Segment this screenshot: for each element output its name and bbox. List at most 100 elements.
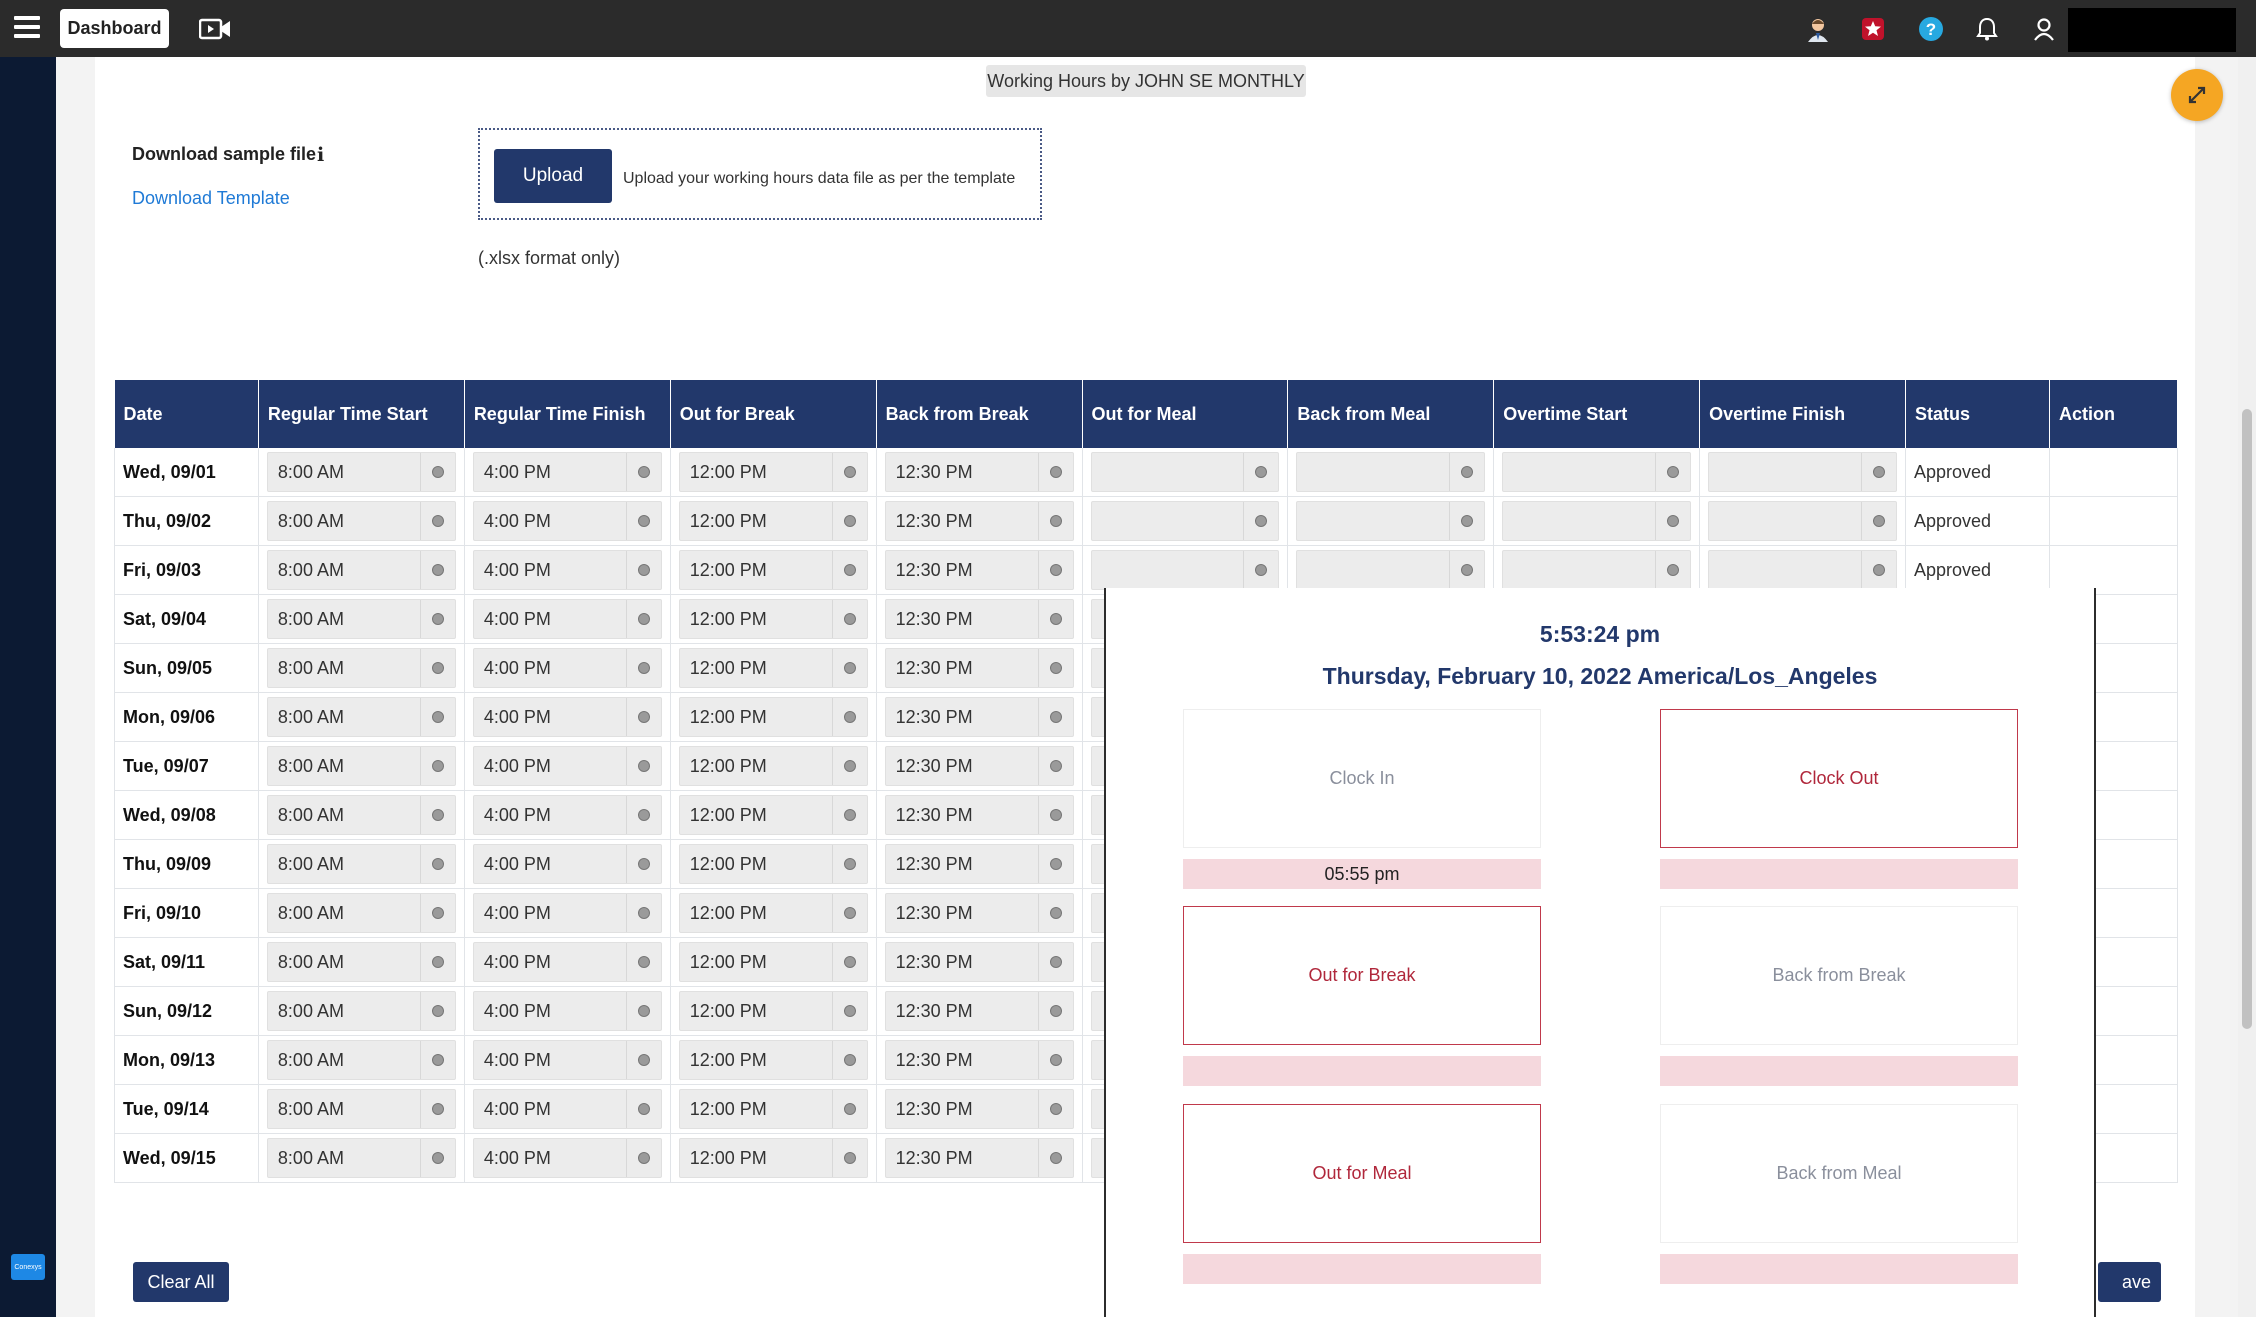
clock-picker-icon[interactable]	[1861, 551, 1896, 589]
time-input[interactable]: 12:00 PM	[678, 697, 868, 737]
clock-picker-icon[interactable]	[419, 992, 455, 1030]
time-input[interactable]: 4:00 PM	[472, 1040, 662, 1080]
time-input[interactable]: 4:00 PM	[472, 648, 662, 688]
time-input[interactable]: 4:00 PM	[472, 942, 662, 982]
clock-picker-icon[interactable]	[625, 943, 661, 981]
clock-picker-icon[interactable]	[419, 894, 455, 932]
clock-picker-icon[interactable]	[419, 1041, 455, 1079]
time-input[interactable]: 8:00 AM	[266, 893, 456, 933]
star-badge-icon[interactable]	[1858, 14, 1888, 44]
clock-picker-icon[interactable]	[1861, 502, 1896, 540]
clock-picker-icon[interactable]	[625, 698, 661, 736]
time-input[interactable]: 4:00 PM	[472, 844, 662, 884]
scroll-thumb[interactable]	[2242, 409, 2252, 1029]
clock-picker-icon[interactable]	[419, 502, 455, 540]
clock-picker-icon[interactable]	[625, 1041, 661, 1079]
clock-picker-icon[interactable]	[419, 551, 455, 589]
time-input[interactable]: 12:30 PM	[884, 1138, 1074, 1178]
out-for-break-button[interactable]: Out for Break	[1183, 906, 1541, 1045]
clock-picker-icon[interactable]	[625, 600, 661, 638]
clock-out-button[interactable]: Clock Out	[1660, 709, 2018, 848]
time-input[interactable]	[1296, 550, 1486, 590]
time-input[interactable]: 12:00 PM	[678, 452, 868, 492]
clock-picker-icon[interactable]	[831, 1041, 867, 1079]
clock-picker-icon[interactable]	[1037, 551, 1073, 589]
time-input[interactable]	[1502, 452, 1692, 492]
time-input[interactable]: 12:30 PM	[884, 893, 1074, 933]
clock-picker-icon[interactable]	[1037, 453, 1073, 491]
clock-picker-icon[interactable]	[831, 1139, 867, 1177]
time-input[interactable]: 4:00 PM	[472, 991, 662, 1031]
time-input[interactable]	[1090, 452, 1280, 492]
clock-picker-icon[interactable]	[1037, 796, 1073, 834]
time-input[interactable]	[1502, 550, 1692, 590]
time-input[interactable]: 8:00 AM	[266, 942, 456, 982]
clock-picker-icon[interactable]	[625, 649, 661, 687]
time-input[interactable]: 12:00 PM	[678, 795, 868, 835]
clock-picker-icon[interactable]	[831, 698, 867, 736]
bell-icon[interactable]	[1972, 14, 2002, 44]
clock-picker-icon[interactable]	[1861, 453, 1896, 491]
clock-picker-icon[interactable]	[625, 796, 661, 834]
time-input[interactable]: 8:00 AM	[266, 1040, 456, 1080]
clock-picker-icon[interactable]	[1037, 1041, 1073, 1079]
clock-picker-icon[interactable]	[1449, 551, 1484, 589]
clock-picker-icon[interactable]	[625, 747, 661, 785]
clock-picker-icon[interactable]	[831, 600, 867, 638]
time-input[interactable]: 12:00 PM	[678, 599, 868, 639]
time-input[interactable]: 4:00 PM	[472, 795, 662, 835]
clock-picker-icon[interactable]	[1037, 845, 1073, 883]
sidebar-badge[interactable]: Conexys	[11, 1254, 45, 1280]
time-input[interactable]: 4:00 PM	[472, 893, 662, 933]
clock-picker-icon[interactable]	[1037, 992, 1073, 1030]
time-input[interactable]	[1502, 501, 1692, 541]
time-input[interactable]: 12:00 PM	[678, 746, 868, 786]
clock-picker-icon[interactable]	[831, 894, 867, 932]
clock-picker-icon[interactable]	[1037, 698, 1073, 736]
time-input[interactable]: 8:00 AM	[266, 991, 456, 1031]
dashboard-button[interactable]: Dashboard	[60, 9, 169, 48]
clock-picker-icon[interactable]	[1037, 649, 1073, 687]
time-input[interactable]: 12:00 PM	[678, 942, 868, 982]
clock-picker-icon[interactable]	[831, 502, 867, 540]
clock-picker-icon[interactable]	[831, 1090, 867, 1128]
clock-picker-icon[interactable]	[419, 943, 455, 981]
time-input[interactable]: 8:00 AM	[266, 697, 456, 737]
clock-picker-icon[interactable]	[831, 796, 867, 834]
clock-picker-icon[interactable]	[625, 502, 661, 540]
clock-picker-icon[interactable]	[1037, 600, 1073, 638]
time-input[interactable]: 12:30 PM	[884, 844, 1074, 884]
time-input[interactable]: 8:00 AM	[266, 1089, 456, 1129]
time-input[interactable]: 12:30 PM	[884, 942, 1074, 982]
clock-picker-icon[interactable]	[419, 698, 455, 736]
clock-picker-icon[interactable]	[1243, 551, 1278, 589]
clock-picker-icon[interactable]	[419, 845, 455, 883]
time-input[interactable]: 8:00 AM	[266, 648, 456, 688]
time-input[interactable]: 4:00 PM	[472, 501, 662, 541]
time-input[interactable]	[1708, 452, 1898, 492]
time-input[interactable]: 12:30 PM	[884, 501, 1074, 541]
time-input[interactable]: 12:30 PM	[884, 991, 1074, 1031]
time-input[interactable]: 12:00 PM	[678, 1040, 868, 1080]
clock-picker-icon[interactable]	[625, 1139, 661, 1177]
time-input[interactable]: 12:00 PM	[678, 550, 868, 590]
clock-picker-icon[interactable]	[1243, 502, 1278, 540]
time-input[interactable]: 8:00 AM	[266, 795, 456, 835]
time-input[interactable]	[1090, 501, 1280, 541]
page-scrollbar[interactable]	[2238, 57, 2256, 1317]
clock-picker-icon[interactable]	[1037, 894, 1073, 932]
user-avatar-icon[interactable]	[1803, 14, 1833, 44]
clock-picker-icon[interactable]	[1243, 453, 1278, 491]
time-input[interactable]	[1296, 501, 1486, 541]
clock-picker-icon[interactable]	[831, 649, 867, 687]
clock-picker-icon[interactable]	[625, 551, 661, 589]
time-input[interactable]: 12:00 PM	[678, 1138, 868, 1178]
clock-picker-icon[interactable]	[831, 943, 867, 981]
clock-picker-icon[interactable]	[1037, 502, 1073, 540]
clock-picker-icon[interactable]	[1449, 502, 1484, 540]
time-input[interactable]: 12:00 PM	[678, 1089, 868, 1129]
time-input[interactable]: 12:30 PM	[884, 697, 1074, 737]
clock-picker-icon[interactable]	[831, 845, 867, 883]
time-input[interactable]: 12:30 PM	[884, 550, 1074, 590]
time-input[interactable]: 12:30 PM	[884, 648, 1074, 688]
